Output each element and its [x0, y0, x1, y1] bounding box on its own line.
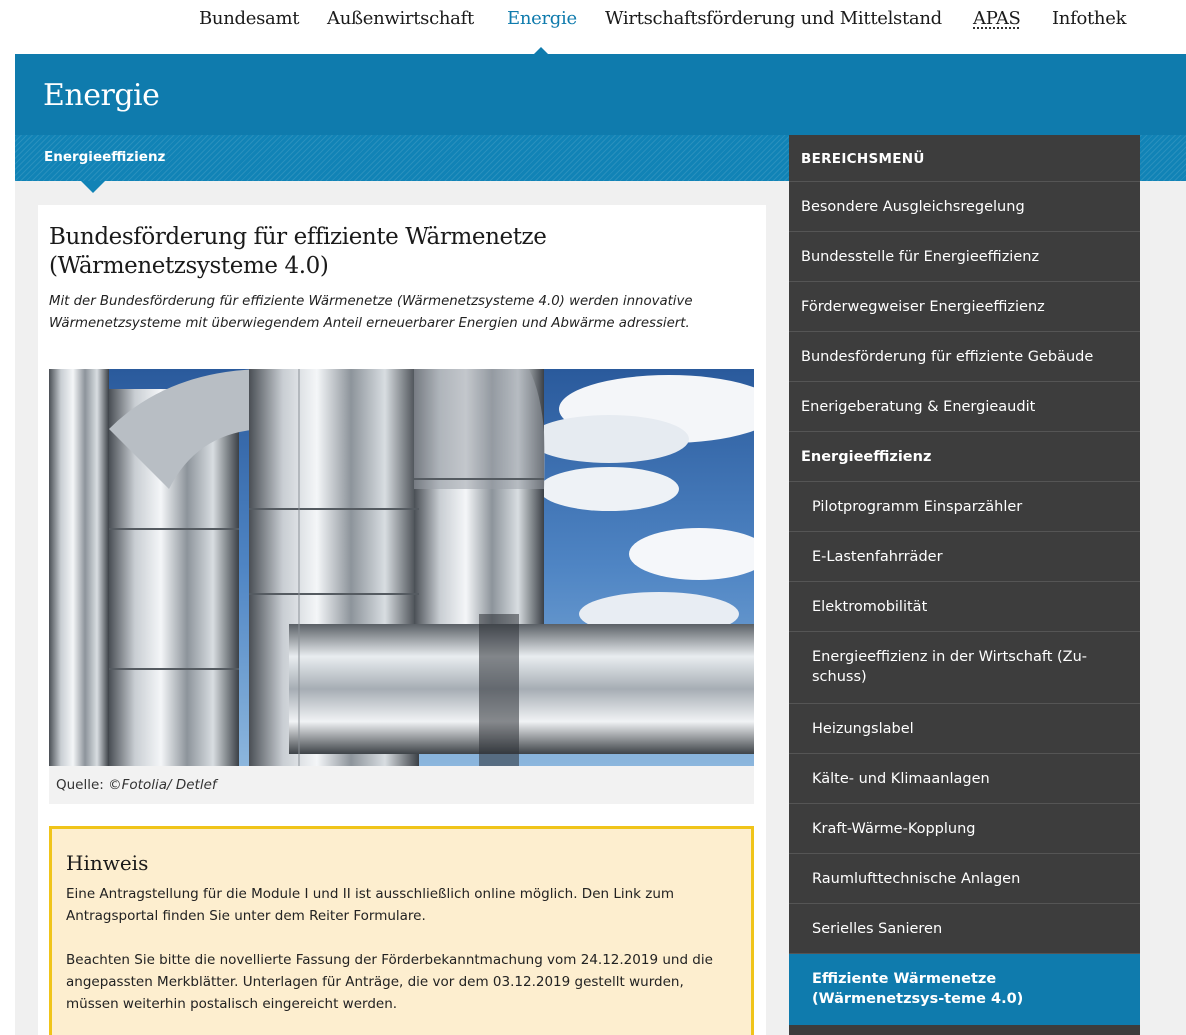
article-image — [49, 369, 754, 766]
sidebar-item-heizungslabel[interactable]: Heizungslabel — [789, 704, 1140, 754]
breadcrumb-indicator — [81, 181, 105, 193]
nav-aussenwirtschaft[interactable]: Außenwirtschaft — [327, 8, 474, 29]
section-title: Energie — [43, 78, 160, 113]
nav-infothek[interactable]: Infothek — [1052, 8, 1127, 29]
sidebar-item-kaelte-klimaanlagen[interactable]: Kälte- und Klimaanlagen — [789, 754, 1140, 804]
notice-box: Hinweis Eine Antragstellung für die Modu… — [49, 826, 754, 1035]
nav-wirtschaftsfoerderung[interactable]: Wirtschaftsförderung und Mittelstand — [605, 8, 942, 29]
sidebar-item-serielles-sanieren[interactable]: Serielles Sanieren — [789, 904, 1140, 954]
sidebar-item-pilotprogramm[interactable]: Pilotprogramm Einsparzähler — [789, 482, 1140, 532]
sidebar-item-effiziente-waermenetze[interactable]: Effiziente Wärmenetze (Wärmenetzsys-teme… — [789, 954, 1140, 1025]
nav-energie[interactable]: Energie — [507, 8, 577, 29]
breadcrumb[interactable]: Energieeffizienz — [44, 149, 165, 165]
notice-paragraph-2: Beachten Sie bitte die novellierte Fassu… — [66, 952, 713, 1012]
article: Bundesförderung für effiziente Wärmenetz… — [38, 205, 766, 1035]
caption-prefix: Quelle: — [56, 777, 109, 793]
sidebar-item-raumlufttechnische-anlagen[interactable]: Raumlufttechnische Anlagen — [789, 854, 1140, 904]
sidebar-item-effiziente-gebaeude[interactable]: Bundesförderung für effiziente Gebäude — [789, 332, 1140, 382]
article-title: Bundesförderung für effiziente Wärmenetz… — [49, 224, 547, 279]
sidebar-item-besondere-ausgleichsregelung[interactable]: Besondere Ausgleichsregelung — [789, 182, 1140, 232]
section-menu-heading: BEREICHSMENÜ — [789, 135, 1140, 182]
top-navigation: Bundesamt Außenwirtschaft Energie Wirtsc… — [0, 0, 1186, 54]
sidebar-item-kraft-waerme-kopplung[interactable]: Kraft-Wärme-Kopplung — [789, 804, 1140, 854]
sidebar-item-energieeffizienz[interactable]: Energieeffizienz — [789, 432, 1140, 482]
sidebar-item-bundesstelle-energieeffizienz[interactable]: Bundesstelle für Energieeffizienz — [789, 232, 1140, 282]
image-caption: Quelle: ©Fotolia/ Detlef — [49, 766, 754, 804]
article-lead: Mit der Bundesförderung für effiziente W… — [49, 294, 693, 331]
caption-source: ©Fotolia/ Detlef — [108, 777, 217, 793]
notice-title: Hinweis — [66, 851, 149, 875]
nav-apas[interactable]: APAS — [973, 8, 1021, 29]
pipes-photo-illustration — [49, 369, 754, 766]
sidebar-item-elektromobilitaet[interactable]: Elektromobilität — [789, 582, 1140, 632]
active-nav-indicator — [529, 47, 553, 59]
section-menu: BEREICHSMENÜ Besondere Ausgleichsregelun… — [789, 135, 1140, 1035]
sidebar-item-foerderwegweiser[interactable]: Förderwegweiser Energieeffizienz — [789, 282, 1140, 332]
notice-paragraph-1: Eine Antragstellung für die Module I und… — [66, 886, 675, 924]
nav-bundesamt[interactable]: Bundesamt — [199, 8, 299, 29]
sidebar-item-e-lastenfahrraeder[interactable]: E-Lastenfahrräder — [789, 532, 1140, 582]
section-hero: Energie — [15, 54, 1186, 135]
sidebar-item-energieberatung[interactable]: Enerigeberatung & Energieaudit — [789, 382, 1140, 432]
sidebar-item-energieeffizienz-wirtschaft[interactable]: Energieeffizienz in der Wirtschaft (Zu-s… — [789, 632, 1140, 704]
